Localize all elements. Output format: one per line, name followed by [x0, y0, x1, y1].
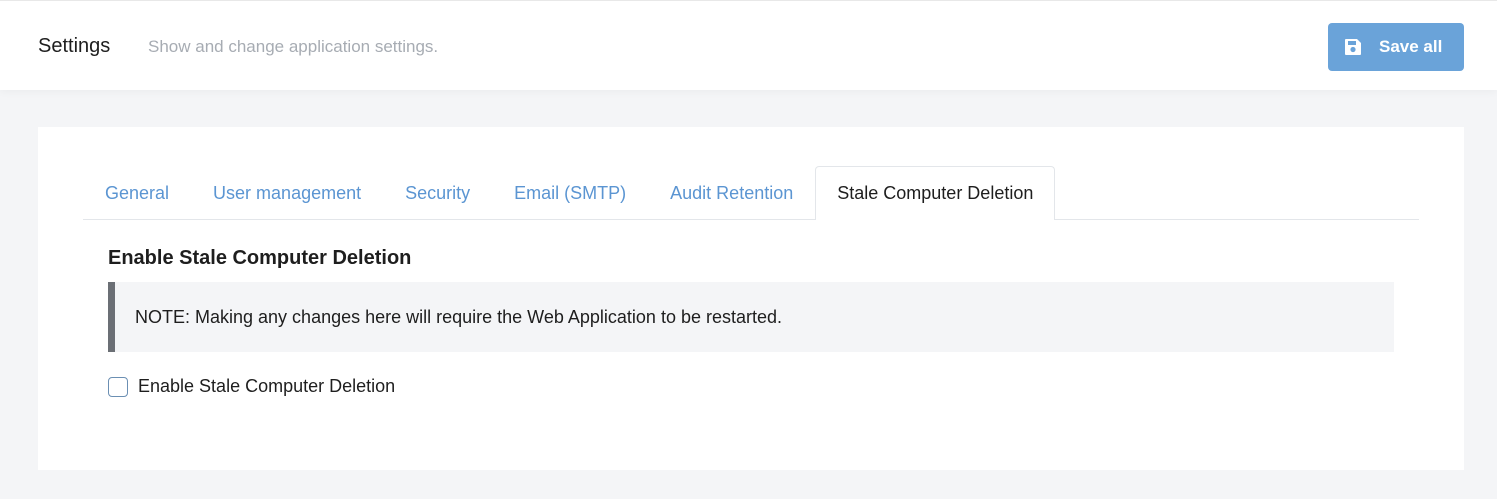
settings-tabs: General User management Security Email (…: [83, 166, 1419, 220]
save-all-label: Save all: [1379, 37, 1443, 56]
tab-general[interactable]: General: [83, 166, 191, 219]
settings-card: General User management Security Email (…: [38, 127, 1464, 470]
tab-email-smtp[interactable]: Email (SMTP): [492, 166, 648, 219]
floppy-disk-icon: [1343, 37, 1363, 57]
tab-user-management[interactable]: User management: [191, 166, 383, 219]
checkbox-label: Enable Stale Computer Deletion: [138, 376, 396, 396]
page-subtitle: Show and change application settings.: [148, 37, 439, 56]
enable-stale-deletion-checkbox[interactable]: [108, 376, 128, 397]
section-title: Enable Stale Computer Deletion: [108, 247, 412, 269]
page-title: Settings: [38, 35, 111, 57]
restart-note: NOTE: Making any changes here will requi…: [108, 282, 1394, 352]
save-all-button[interactable]: Save all: [1328, 23, 1464, 71]
tab-stale-computer-deletion[interactable]: Stale Computer Deletion: [815, 166, 1056, 220]
note-text: NOTE: Making any changes here will requi…: [135, 306, 783, 327]
tab-audit-retention[interactable]: Audit Retention: [648, 166, 815, 219]
page-header: Settings Show and change application set…: [0, 0, 1497, 90]
enable-stale-deletion-checkbox-row[interactable]: Enable Stale Computer Deletion: [108, 376, 395, 397]
tab-security[interactable]: Security: [383, 166, 492, 219]
